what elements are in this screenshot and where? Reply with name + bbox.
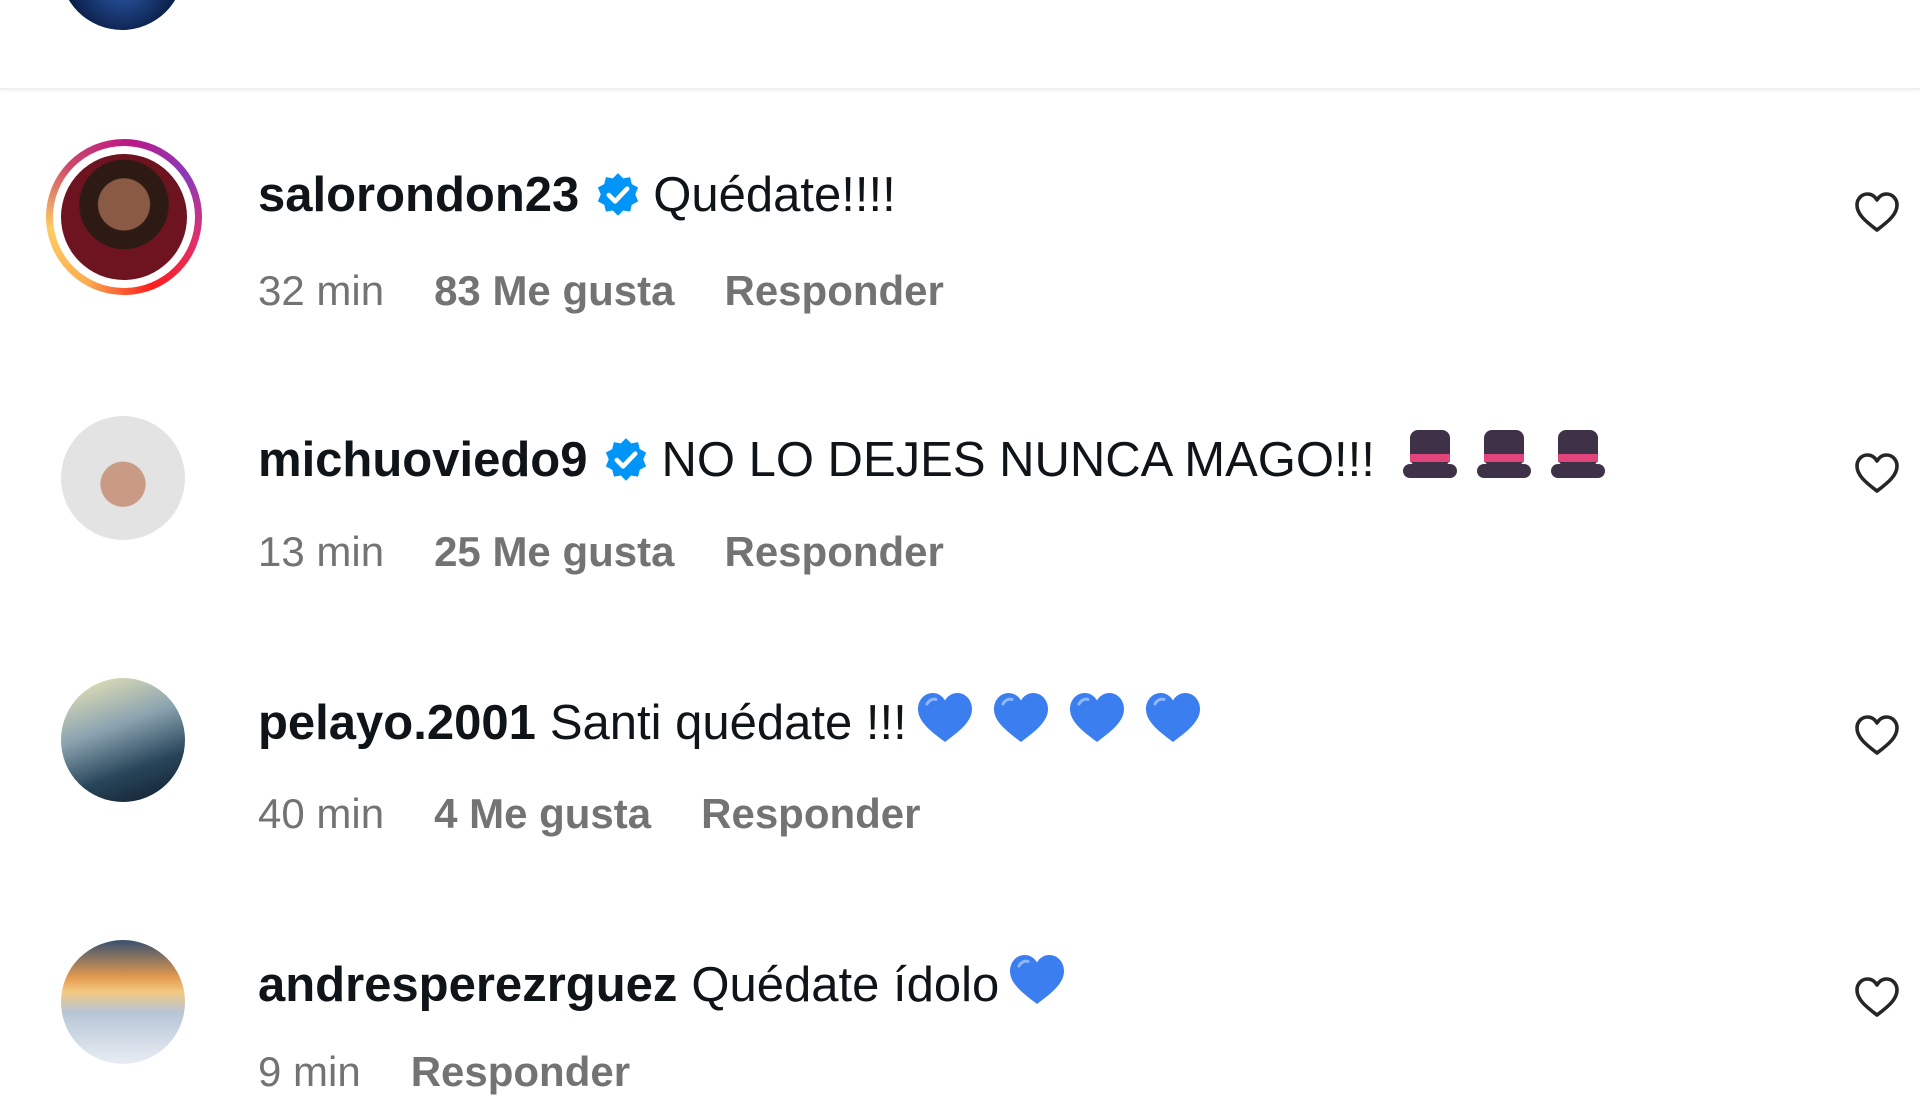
- blue-heart-icon: [1143, 690, 1203, 756]
- avatar[interactable]: [60, 0, 184, 30]
- comment-time[interactable]: 9 min: [258, 1048, 361, 1096]
- blue-heart-icon: [991, 690, 1051, 756]
- top-hat-icon: [1475, 428, 1533, 492]
- avatar[interactable]: [61, 678, 185, 802]
- comment-username[interactable]: michuoviedo9: [258, 432, 587, 488]
- likes-count[interactable]: 25 Me gusta: [434, 528, 674, 576]
- comment-time[interactable]: 13 min: [258, 528, 384, 576]
- comment-text: Quédate ídolo: [691, 958, 1000, 1012]
- like-heart-icon[interactable]: [1853, 712, 1901, 760]
- comment-text: NO LO DEJES NUNCA MAGO!!!: [661, 433, 1375, 487]
- reply-button[interactable]: Responder: [724, 267, 943, 315]
- blue-heart-icon: [915, 690, 975, 756]
- comment-username[interactable]: salorondon23: [258, 167, 579, 223]
- likes-count[interactable]: 83 Me gusta: [434, 267, 674, 315]
- top-hat-icon: [1401, 428, 1459, 492]
- verified-badge-icon: [598, 173, 639, 216]
- verified-badge-icon: [606, 438, 647, 481]
- like-heart-icon[interactable]: [1853, 189, 1901, 237]
- reply-button[interactable]: Responder: [411, 1048, 630, 1096]
- like-heart-icon[interactable]: [1853, 450, 1901, 498]
- comment-text: Santi quédate !!!: [549, 696, 907, 750]
- reply-button[interactable]: Responder: [724, 528, 943, 576]
- comment-time[interactable]: 32 min: [258, 267, 384, 315]
- likes-count[interactable]: 4 Me gusta: [434, 790, 651, 838]
- top-hat-icon: [1549, 428, 1607, 492]
- comment-text: Quédate!!!!: [653, 168, 896, 222]
- previous-item: [0, 0, 1920, 90]
- comment-time[interactable]: 40 min: [258, 790, 384, 838]
- comment-username[interactable]: pelayo.2001: [258, 695, 536, 751]
- like-heart-icon[interactable]: [1853, 974, 1901, 1022]
- avatar[interactable]: [61, 154, 187, 280]
- blue-heart-icon: [1067, 690, 1127, 756]
- reply-button[interactable]: Responder: [701, 790, 920, 838]
- avatar[interactable]: [61, 416, 185, 540]
- story-ring[interactable]: [46, 139, 202, 295]
- blue-heart-icon: [1007, 952, 1067, 1018]
- comment-username[interactable]: andresperezrguez: [258, 957, 677, 1013]
- avatar[interactable]: [61, 940, 185, 1064]
